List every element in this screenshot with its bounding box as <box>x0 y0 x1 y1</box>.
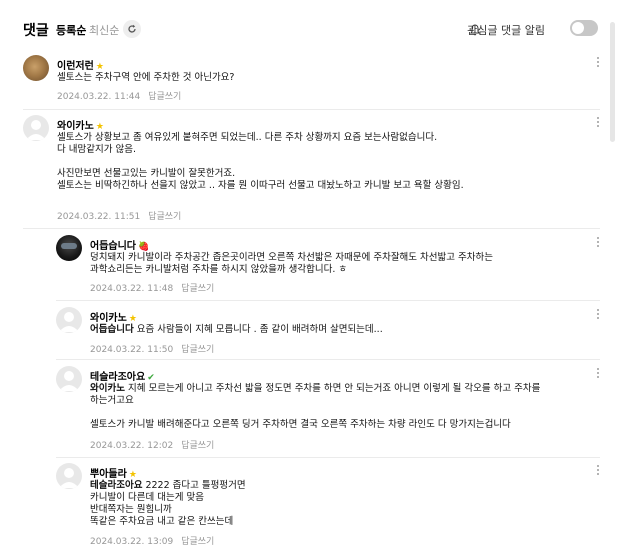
comment-text: 와이카노 지혜 모르는게 아니고 주차선 밟을 정도면 주차를 하면 안 되는거… <box>90 383 541 430</box>
reply-item: 어듭습니다 🍓 덩치돼지 카니발이라 주차공간 좁은곳이라면 오른쪽 차선밟은 자… <box>56 235 600 295</box>
comment-item: 이런저런 ★ 셀토스는 주차구역 안에 주차한 것 아닌가요? 2024.03.2… <box>23 55 600 105</box>
star-badge-icon: ★ <box>128 314 137 324</box>
comment-date: 2024.03.22. 13:09 <box>90 537 174 547</box>
more-options-icon[interactable] <box>596 368 600 380</box>
reply-button[interactable]: 답글쓰기 <box>181 441 214 451</box>
comment-text: 셀토스는 주차구역 안에 주차한 것 아닌가요? <box>57 72 235 83</box>
scrollbar[interactable] <box>610 22 615 142</box>
reply-button[interactable]: 답글쓰기 <box>148 212 181 222</box>
comments-header: 댓글 등록순 최신순 관심글 댓글 알림 <box>23 20 598 40</box>
more-options-icon[interactable] <box>596 237 600 249</box>
reply-item: 와이카노 ★ 어듭습니다 요즘 사람들이 지혜 모릅니다 . 좀 같이 배려하며 … <box>56 307 600 355</box>
comment-item: 와이카노 ★ 셀토스가 상황보고 좀 여유있게 붙혀주면 되었는데.. 다른 주차… <box>23 115 600 225</box>
divider <box>56 359 600 360</box>
comment-author[interactable]: 와이카노 ★ <box>90 309 137 324</box>
comment-author[interactable]: 어듭습니다 🍓 <box>90 237 149 252</box>
refresh-button[interactable] <box>123 20 141 38</box>
reply-item: 테슬라조아요 ✔ 와이카노 지혜 모르는게 아니고 주차선 밟을 정도면 주차를 … <box>56 366 600 451</box>
default-avatar-icon <box>59 371 79 391</box>
mention[interactable]: 어듭습니다 <box>90 324 134 335</box>
comment-meta: 2024.03.22. 13:09 답글쓰기 <box>90 534 214 547</box>
default-avatar-icon <box>26 120 46 140</box>
comment-text: 테슬라조아요 2222 좁다고 틀펑펑거면 카니발이 다른데 대는게 맞음 반대… <box>90 480 246 527</box>
sort-newest-button[interactable]: 최신순 <box>89 22 119 38</box>
reply-button[interactable]: 답글쓰기 <box>148 92 181 102</box>
comment-text: 어듭습니다 요즘 사람들이 지혜 모릅니다 . 좀 같이 배려하며 살면되는데.… <box>90 324 383 335</box>
divider <box>23 109 600 110</box>
divider <box>23 228 600 229</box>
reply-button[interactable]: 답글쓰기 <box>181 345 214 355</box>
notify-label: 관심글 댓글 알림 <box>467 24 545 37</box>
comment-meta: 2024.03.22. 11:44 답글쓰기 <box>57 89 181 102</box>
refresh-icon <box>128 24 136 33</box>
comment-date: 2024.03.22. 11:44 <box>57 92 141 102</box>
more-options-icon[interactable] <box>596 309 600 321</box>
comment-date: 2024.03.22. 11:50 <box>90 345 174 355</box>
comment-date: 2024.03.22. 11:48 <box>90 284 174 294</box>
comment-author[interactable]: 와이카노 ★ <box>57 117 104 132</box>
comment-date: 2024.03.22. 11:51 <box>57 212 141 222</box>
avatar[interactable] <box>56 307 82 333</box>
comment-text: 덩치돼지 카니발이라 주차공간 좁은곳이라면 오른쪽 차선밟은 자때문에 주차잘… <box>90 252 493 275</box>
more-options-icon[interactable] <box>596 465 600 477</box>
mention[interactable]: 테슬라조아요 <box>90 480 142 491</box>
comment-date: 2024.03.22. 12:02 <box>90 441 174 451</box>
comment-text: 셀토스가 상황보고 좀 여유있게 붙혀주면 되었는데.. 다른 주차 상황까지 … <box>57 132 464 191</box>
notify-toggle[interactable] <box>570 20 598 36</box>
avatar[interactable] <box>23 55 49 81</box>
comment-meta: 2024.03.22. 11:50 답글쓰기 <box>90 342 214 355</box>
divider <box>56 457 600 458</box>
more-options-icon[interactable] <box>596 117 600 129</box>
avatar[interactable] <box>56 366 82 392</box>
avatar[interactable] <box>56 463 82 489</box>
reply-button[interactable]: 답글쓰기 <box>181 284 214 294</box>
avatar[interactable] <box>23 115 49 141</box>
star-badge-icon: ★ <box>128 470 137 480</box>
divider <box>56 300 600 301</box>
toggle-knob <box>572 22 584 34</box>
comment-meta: 2024.03.22. 11:48 답글쓰기 <box>90 281 214 294</box>
star-badge-icon: ★ <box>95 62 104 72</box>
reply-item: 뿌아들라 ★ 테슬라조아요 2222 좁다고 틀펑펑거면 카니발이 다른데 대는게… <box>56 463 600 549</box>
comment-meta: 2024.03.22. 12:02 답글쓰기 <box>90 438 214 451</box>
avatar[interactable] <box>56 235 82 261</box>
comment-author[interactable]: 이런저런 ★ <box>57 57 104 72</box>
default-avatar-icon <box>59 468 79 488</box>
helmet-visor <box>61 243 77 249</box>
strawberry-badge-icon: 🍓 <box>138 242 150 252</box>
default-avatar-icon <box>59 312 79 332</box>
mention[interactable]: 와이카노 <box>90 383 125 394</box>
comment-author[interactable]: 테슬라조아요 ✔ <box>90 368 155 383</box>
leaf-badge-icon: ✔ <box>147 373 155 383</box>
star-badge-icon: ★ <box>95 122 104 132</box>
comments-title: 댓글 <box>23 23 49 39</box>
more-options-icon[interactable] <box>596 57 600 69</box>
reply-button[interactable]: 답글쓰기 <box>181 537 214 547</box>
comment-meta: 2024.03.22. 11:51 답글쓰기 <box>57 209 181 222</box>
comment-author[interactable]: 뿌아들라 ★ <box>90 465 137 480</box>
sort-registered-button[interactable]: 등록순 <box>56 22 86 38</box>
